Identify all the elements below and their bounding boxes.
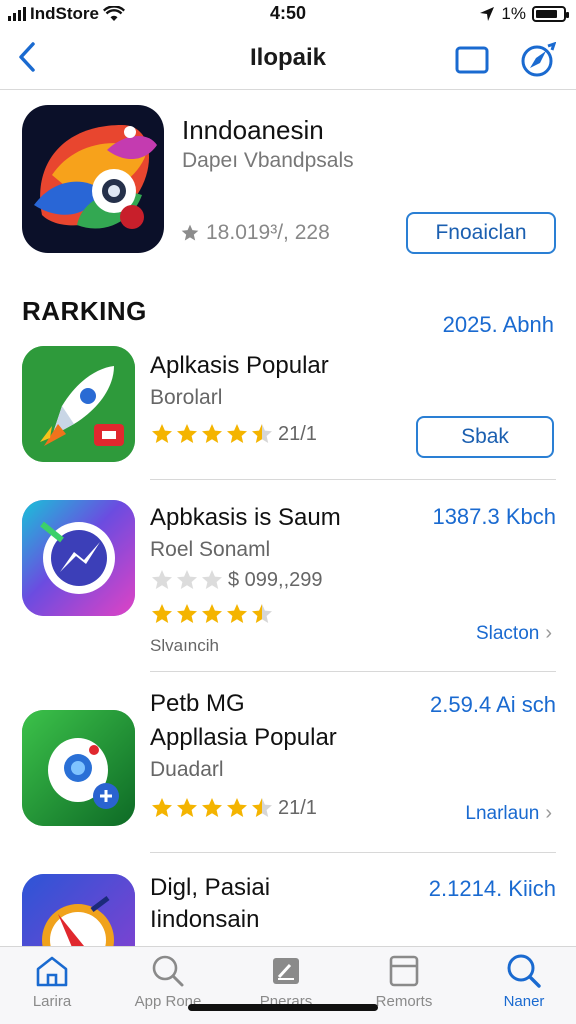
app-rating: 21/1: [150, 796, 317, 820]
search-icon: [152, 955, 184, 987]
app-icon: [22, 874, 135, 946]
star-icon: [177, 604, 197, 623]
star-rating: [150, 422, 274, 446]
list-item[interactable]: Apbkasis is Saum Roel Sonaml $ 099,,299 …: [22, 500, 556, 660]
app-price: 2.59.4 Ai sch: [430, 692, 556, 717]
home-icon: [36, 956, 68, 987]
action-label: Slacton: [475, 622, 540, 644]
star-icon: [227, 424, 247, 443]
ranking-title: RARKING: [22, 296, 147, 326]
app-icon: [22, 500, 135, 616]
star-icon: [152, 570, 172, 589]
compass-icon: [521, 42, 556, 77]
navigation-bar: Ilopaik: [0, 30, 576, 90]
action-link[interactable]: Slacton ›: [476, 622, 552, 645]
app-meta-rating: $ 099,,299: [150, 568, 323, 592]
star-icon: [152, 604, 172, 623]
list-item[interactable]: Digl, Pasiai Iindonsain 2.1214. Kiich: [22, 872, 556, 946]
featured-app-name: Inndoanesin: [182, 115, 324, 145]
tab-remorts[interactable]: Remorts: [354, 953, 454, 1010]
app-rating: 21/1: [150, 422, 317, 446]
app-name-secondary: Iindonsain: [150, 906, 260, 933]
rating-count: 21/1: [278, 796, 317, 819]
tab-larira[interactable]: Larira: [2, 953, 102, 1010]
chevron-right-icon: ›: [545, 622, 552, 644]
star-icon: [177, 798, 197, 817]
featured-app-card[interactable]: Inndoanesin Dapeı Vbandpsals 18.019³/, 2…: [22, 105, 562, 255]
app-extra-label: Slvaıncih: [150, 636, 219, 655]
featured-get-button[interactable]: Fnoaiclan: [406, 212, 556, 254]
search-icon: [507, 954, 541, 988]
app-subtitle: Duadarl: [150, 758, 224, 781]
rating-count: 21/1: [278, 422, 317, 445]
star-half-icon: [252, 424, 272, 443]
tab-label: Naner: [503, 993, 545, 1010]
divider: [150, 671, 556, 672]
app-price-rating: $ 099,,299: [228, 568, 323, 591]
apps-icon: [273, 958, 299, 984]
star-icon: [202, 604, 222, 623]
app-rating: [150, 602, 274, 626]
star-icon: [177, 424, 197, 443]
app-name-secondary: Appllasia Popular: [150, 724, 337, 751]
status-right: 1%: [479, 4, 569, 24]
app-name: Apbkasis is Saum: [150, 504, 341, 531]
star-icon: [152, 424, 172, 443]
divider: [150, 852, 556, 853]
star-icon: [227, 798, 247, 817]
home-indicator: [188, 1004, 378, 1011]
app-name: Petb MG: [150, 690, 245, 717]
list-item[interactable]: Aplkasis Popular Borolarl 21/1 Sbak: [22, 346, 556, 464]
battery-icon: [532, 6, 569, 22]
star-rating: [150, 796, 274, 820]
chevron-right-icon: ›: [545, 802, 552, 824]
app-icon: [22, 346, 135, 462]
tab-label: Larira: [32, 993, 72, 1010]
app-icon: [22, 710, 135, 826]
star-half-icon: [252, 604, 272, 623]
action-link[interactable]: Lnarlaun ›: [465, 802, 552, 825]
app-subtitle: Borolarl: [150, 386, 223, 409]
featured-app-developer: Dapeı Vbandpsals: [182, 149, 354, 172]
star-icon: [152, 798, 172, 817]
star-icon: [202, 798, 222, 817]
star-half-icon: [252, 798, 272, 817]
action-label: Lnarlaun: [465, 802, 540, 824]
window-icon: [455, 46, 489, 74]
battery-percent: 1%: [501, 4, 526, 23]
featured-rating-text: 18.019³/, 228: [206, 221, 330, 244]
app-name: Digl, Pasiai: [150, 874, 271, 901]
list-item[interactable]: Petb MG Appllasia Popular Duadarl 21/1 2…: [22, 690, 556, 840]
location-arrow-icon: [480, 7, 495, 21]
tab-pnerars[interactable]: Pnerars: [236, 953, 336, 1010]
tab-bar: Larira App Rone Pnerars Remorts Naner: [0, 946, 576, 1024]
status-bar: IndStore 4:50 1%: [0, 0, 576, 28]
divider: [150, 479, 556, 480]
window-button[interactable]: [452, 40, 492, 80]
app-subtitle: Roel Sonaml: [150, 538, 271, 561]
star-rating: [150, 602, 274, 626]
app-name: Aplkasis Popular: [150, 352, 329, 379]
get-button[interactable]: Sbak: [416, 416, 554, 458]
star-icon: [202, 570, 222, 589]
app-price: 1387.3 Kbch: [432, 504, 556, 529]
star-rating-empty: [150, 568, 224, 592]
tray-icon: [389, 955, 419, 987]
star-icon: [177, 570, 197, 589]
star-icon: [202, 424, 222, 443]
tab-app-rone[interactable]: App Rone: [118, 953, 218, 1010]
compass-button[interactable]: [518, 40, 558, 80]
star-icon: [227, 604, 247, 623]
featured-app-icon: [22, 105, 164, 253]
featured-app-rating: 18.019³/, 228: [180, 221, 330, 245]
app-price: 2.1214. Kiich: [428, 876, 556, 901]
tab-naner[interactable]: Naner: [474, 953, 574, 1010]
ranking-see-all-link[interactable]: 2025. Abnh: [443, 312, 554, 338]
star-icon: [181, 224, 199, 241]
